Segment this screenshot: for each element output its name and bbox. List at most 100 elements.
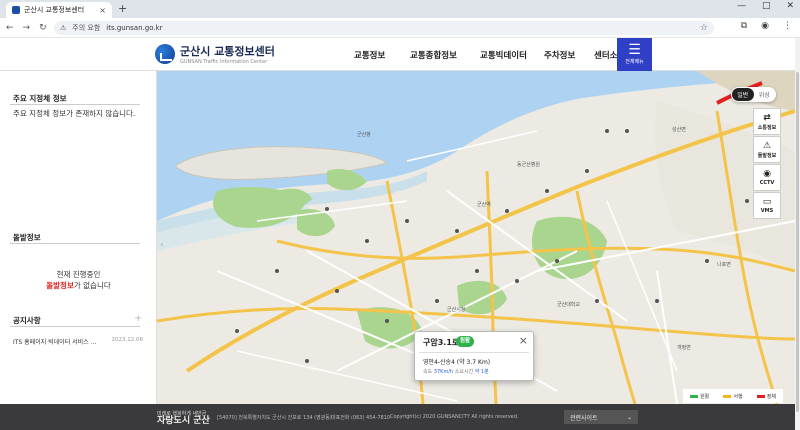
layer-vms-label: VMS — [760, 208, 774, 214]
designated-congestion-empty: 주요 지정체 정보가 존재하지 않습니다. — [13, 109, 136, 118]
footer-slogan-big: 자랑도시 군산 — [157, 416, 210, 426]
footer-logo: 미래로 행복하게 새만금 자랑도시 군산 — [157, 411, 210, 426]
map-type-satellite[interactable]: 위성 — [754, 88, 776, 101]
map-label-hospital: 동군산병원 — [517, 161, 540, 168]
layer-cctv-label: CCTV — [759, 180, 775, 186]
popup-road-name: 구암3.1로 — [423, 338, 460, 347]
layer-event-label: 돌발정보 — [757, 152, 777, 159]
reload-icon[interactable]: ↻ — [39, 23, 47, 33]
back-icon[interactable]: ← — [6, 23, 14, 33]
page-scrollbar[interactable] — [795, 38, 800, 430]
window-controls: — □ ✕ — [737, 1, 794, 11]
related-sites-select[interactable]: 관련사이트 ⌄ — [564, 410, 638, 424]
popup-status-badge: 원활 — [456, 336, 474, 347]
nav-traffic-bigdata[interactable]: 교통빅데이터 — [480, 38, 536, 71]
bookmark-star-icon[interactable]: ☆ — [700, 23, 708, 33]
nav-parking-info[interactable]: 주차정보 — [544, 38, 586, 71]
hamburger-icon: ☰ — [628, 42, 641, 58]
collapse-sidebar-icon[interactable]: ‹ — [160, 240, 164, 250]
legend-jam: 정체 — [756, 393, 776, 400]
nav-traffic-overview[interactable]: 교통종합정보 — [410, 38, 472, 71]
map-label-seongsan: 성산면 — [672, 126, 686, 133]
forward-icon[interactable]: → — [23, 23, 31, 33]
browser-tab[interactable]: 군산시 교통정보센터 × — [6, 2, 112, 18]
map-label-napo: 나포면 — [717, 261, 731, 268]
popup-speed-row: 속도 37Km/h 소요시간 약 1분 — [423, 368, 489, 375]
extensions-icon[interactable]: ⧉ — [741, 21, 747, 31]
map-label-gaejeong: 개정면 — [677, 344, 691, 351]
site-logo[interactable]: 군산시 교통정보센터 GUNSAN Traffic Information Ce… — [155, 43, 275, 65]
footer-tel: 대표전화 (063) 454-7810 — [331, 415, 391, 421]
legend-swatch — [723, 394, 732, 398]
event-info-title: 돌발정보 — [13, 233, 41, 242]
browser-extensions: ⧉ ◉ ⋮ — [741, 21, 792, 31]
nav-traffic-info[interactable]: 교통정보 — [354, 38, 402, 71]
legend-slow: 서행 — [723, 393, 743, 400]
logo-emblem-icon — [155, 44, 175, 64]
chevron-down-icon: ⌄ — [626, 413, 632, 421]
all-menu-label: 전체메뉴 — [625, 59, 644, 65]
notice-item-date: 2023.12.06 — [111, 337, 144, 343]
site-header: 군산시 교통정보센터 GUNSAN Traffic Information Ce… — [0, 38, 795, 71]
minimize-icon[interactable]: — — [737, 1, 746, 11]
event-line-2-rest: 가 없습니다 — [73, 281, 111, 290]
notice-item-title[interactable]: ITS 홈페이지 빅데이터 서비스 ... — [13, 337, 96, 346]
notice-title: 공지사항 — [13, 316, 41, 325]
browser-tab-bar: 군산시 교통정보센터 × + — □ ✕ — [0, 0, 800, 18]
main-navigation: 교통정보 교통종합정보 교통빅데이터 주차정보 센터소개 — [354, 38, 636, 71]
notice-item[interactable]: ITS 홈페이지 빅데이터 서비스 ... 2023.12.06 — [13, 337, 143, 346]
event-line-2: 돌발정보가 없습니다 — [0, 280, 157, 291]
layer-event-button[interactable]: ⚠ 돌발정보 — [753, 136, 781, 163]
related-sites-label: 관련사이트 — [570, 414, 598, 422]
close-window-icon[interactable]: ✕ — [786, 1, 794, 11]
notice-more-button[interactable]: + — [134, 313, 142, 324]
map-label-gunsan-port: 군산항 — [357, 131, 371, 138]
site-favicon-icon — [12, 6, 20, 14]
layer-traffic-button[interactable]: ⇄ 소통정보 — [753, 108, 781, 135]
site-footer: 미래로 행복하게 새만금 자랑도시 군산 [54070] 전북특별자치도 군산시… — [0, 404, 795, 430]
layer-traffic-label: 소통정보 — [757, 124, 777, 131]
map-label-city-hall: 군산시청 — [447, 306, 465, 313]
logo-title: 군산시 교통정보센터 — [180, 45, 275, 58]
scrollbar-thumb[interactable] — [796, 72, 799, 412]
browser-tab-title: 군산시 교통정보센터 — [24, 6, 85, 14]
popup-speed-value: 37Km/h — [433, 369, 454, 375]
event-info-message: 현재 진행중인 돌발정보가 없습니다 — [0, 269, 157, 291]
legend-slow-label: 서행 — [733, 393, 743, 400]
map-layer-buttons: ⇄ 소통정보 ⚠ 돌발정보 ◉ CCTV ▭ VMS — [753, 108, 781, 220]
map-type-toggle[interactable]: 일반 위성 — [731, 87, 776, 102]
new-tab-button[interactable]: + — [118, 2, 127, 15]
traffic-legend: 원활 서행 정체 — [683, 389, 783, 403]
profile-icon[interactable]: ◉ — [761, 21, 769, 31]
map-label-kunsan-station: 군산역 — [477, 201, 491, 208]
event-line-1: 현재 진행중인 — [56, 270, 101, 279]
map-label-kunsan-univ: 군산대학교 — [557, 301, 580, 308]
all-menu-button[interactable]: ☰ 전체메뉴 — [617, 38, 652, 71]
maximize-icon[interactable]: □ — [762, 1, 771, 11]
divider — [10, 326, 140, 327]
divider — [10, 243, 140, 244]
warning-icon[interactable]: ⚠ — [60, 24, 66, 32]
legend-smooth: 원활 — [690, 393, 709, 400]
layer-cctv-button[interactable]: ◉ CCTV — [753, 164, 781, 191]
cctv-icon: ◉ — [763, 169, 771, 179]
browser-menu-icon[interactable]: ⋮ — [783, 21, 792, 31]
layer-vms-button[interactable]: ▭ VMS — [753, 192, 781, 219]
legend-swatch — [756, 394, 765, 398]
road-info-popup: 구암3.1로 원활 × 영안4-신송4 (약 3.7 Km) 속도 37Km/h… — [414, 331, 534, 381]
popup-section: 영안4-신송4 (약 3.7 Km) — [423, 359, 491, 366]
logo-subtitle: GUNSAN Traffic Information Center — [180, 59, 268, 65]
security-status[interactable]: 주의 요함 — [72, 23, 100, 33]
footer-copyright: Copyright(c) 2020 GUNSANCITY All rights … — [390, 414, 519, 420]
popup-time-label: 소요시간 — [454, 369, 474, 375]
tab-close-icon[interactable]: × — [99, 6, 106, 15]
legend-jam-label: 정체 — [766, 393, 776, 400]
legend-swatch — [690, 394, 699, 398]
url-text[interactable]: its.gunsan.go.kr — [106, 24, 162, 32]
alert-light-icon: ⚠ — [762, 140, 772, 151]
address-bar[interactable]: ⚠ 주의 요함 its.gunsan.go.kr ☆ — [54, 21, 714, 35]
map-type-normal[interactable]: 일반 — [732, 88, 754, 101]
popup-speed-label: 속도 — [423, 369, 433, 375]
popup-close-icon[interactable]: × — [519, 334, 528, 347]
footer-address: [54070] 전북특별자치도 군산시 진포로 134 (영광동) — [217, 415, 332, 421]
